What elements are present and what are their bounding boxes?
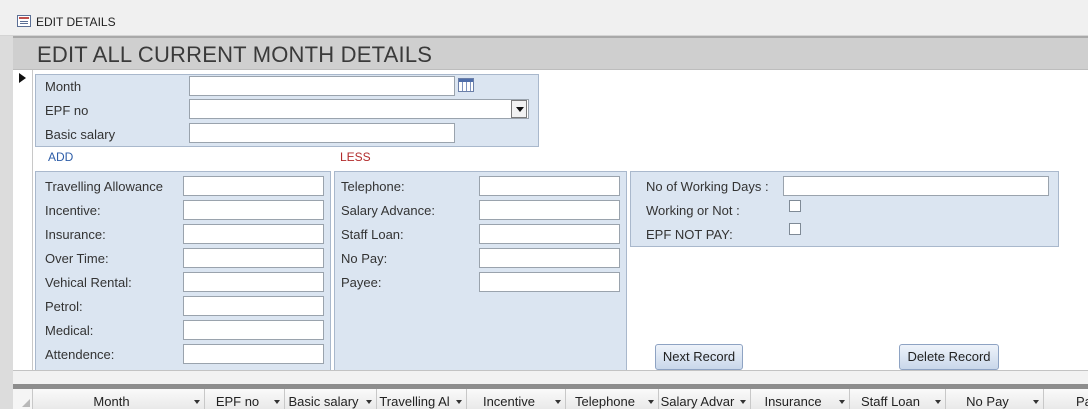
column-header-payee[interactable]: Paye [1044, 389, 1088, 409]
filter-arrow-icon[interactable] [1033, 400, 1039, 404]
split-form-divider [13, 370, 1088, 384]
less-section-label: LESS [340, 150, 371, 164]
column-header-epf-no[interactable]: EPF no [205, 389, 285, 409]
add-section-label: ADD [48, 150, 74, 164]
attendence-label: Attendence: [45, 347, 115, 362]
epf-no-combo[interactable] [189, 99, 529, 119]
salary-advance-label: Salary Advance: [341, 203, 435, 218]
telephone-label: Telephone: [341, 179, 405, 194]
epf-no-label: EPF no [45, 103, 89, 118]
over-time-input[interactable] [183, 248, 324, 268]
select-all-corner[interactable] [13, 389, 33, 409]
window-frame-left [0, 36, 13, 409]
epf-no-dropdown-button[interactable] [511, 100, 527, 118]
payee-label: Payee: [341, 275, 382, 290]
staff-loan-label: Staff Loan: [341, 227, 404, 242]
column-header-salary-advance[interactable]: Salary Advar [659, 389, 751, 409]
column-header-no-pay[interactable]: No Pay [946, 389, 1044, 409]
filter-arrow-icon[interactable] [740, 400, 746, 404]
column-header-staff-loan[interactable]: Staff Loan [850, 389, 946, 409]
no-pay-label: No Pay: [341, 251, 388, 266]
filter-arrow-icon[interactable] [274, 400, 280, 404]
petrol-input[interactable] [183, 296, 324, 316]
employee-panel: Month EPF no Basic salary [35, 74, 539, 147]
add-panel: Travelling Allowance Incentive: Insuranc… [35, 171, 331, 370]
epf-not-pay-label: EPF NOT PAY: [646, 227, 733, 242]
filter-arrow-icon[interactable] [456, 400, 462, 404]
basic-salary-label: Basic salary [45, 127, 116, 142]
attendence-input[interactable] [183, 344, 324, 364]
column-header-basic-salary[interactable]: Basic salary [285, 389, 377, 409]
datasheet-header: Month EPF no Basic salary Travelling Al … [13, 389, 1088, 409]
working-or-not-checkbox[interactable] [789, 200, 801, 212]
filter-arrow-icon[interactable] [555, 400, 561, 404]
column-header-month[interactable]: Month [33, 389, 205, 409]
working-or-not-label: Working or Not : [646, 203, 740, 218]
column-header-insurance[interactable]: Insurance [751, 389, 850, 409]
working-days-input[interactable] [783, 176, 1049, 196]
travelling-allowance-input[interactable] [183, 176, 324, 196]
calendar-icon[interactable] [458, 78, 474, 92]
incentive-label: Incentive: [45, 203, 101, 218]
over-time-label: Over Time: [45, 251, 109, 266]
less-panel: Telephone: Salary Advance: Staff Loan: N… [334, 171, 627, 370]
insurance-input[interactable] [183, 224, 324, 244]
vehical-rental-input[interactable] [183, 272, 324, 292]
insurance-label: Insurance: [45, 227, 106, 242]
epf-not-pay-checkbox[interactable] [789, 223, 801, 235]
form-title: EDIT ALL CURRENT MONTH DETAILS [37, 42, 433, 67]
window-titlebar: EDIT DETAILS [0, 0, 1088, 36]
window-title: EDIT DETAILS [36, 15, 116, 29]
travelling-allowance-label: Travelling Allowance [45, 179, 164, 194]
no-pay-input[interactable] [479, 248, 620, 268]
record-selector[interactable] [13, 70, 33, 370]
staff-loan-input[interactable] [479, 224, 620, 244]
basic-salary-input[interactable] [189, 123, 455, 143]
medical-label: Medical: [45, 323, 94, 338]
vehical-rental-label: Vehical Rental: [45, 275, 132, 290]
month-label: Month [45, 79, 82, 94]
form-icon [17, 15, 31, 27]
incentive-input[interactable] [183, 200, 324, 220]
column-header-travelling-allowance[interactable]: Travelling Al [377, 389, 467, 409]
filter-arrow-icon[interactable] [935, 400, 941, 404]
petrol-label: Petrol: [45, 299, 83, 314]
filter-arrow-icon[interactable] [194, 400, 200, 404]
working-days-label: No of Working Days : [646, 179, 769, 194]
telephone-input[interactable] [479, 176, 620, 196]
column-header-telephone[interactable]: Telephone [566, 389, 659, 409]
working-days-panel: No of Working Days : Working or Not : EP… [630, 171, 1059, 247]
filter-arrow-icon[interactable] [366, 400, 372, 404]
delete-record-button[interactable]: Delete Record [899, 344, 999, 370]
filter-arrow-icon[interactable] [839, 400, 845, 404]
salary-advance-input[interactable] [479, 200, 620, 220]
filter-arrow-icon[interactable] [648, 400, 654, 404]
column-header-incentive[interactable]: Incentive [467, 389, 566, 409]
payee-input[interactable] [479, 272, 620, 292]
next-record-button[interactable]: Next Record [655, 344, 743, 370]
medical-input[interactable] [183, 320, 324, 340]
month-input[interactable] [189, 76, 455, 96]
current-record-arrow-icon [19, 73, 26, 83]
form-header: EDIT ALL CURRENT MONTH DETAILS [13, 38, 1088, 70]
